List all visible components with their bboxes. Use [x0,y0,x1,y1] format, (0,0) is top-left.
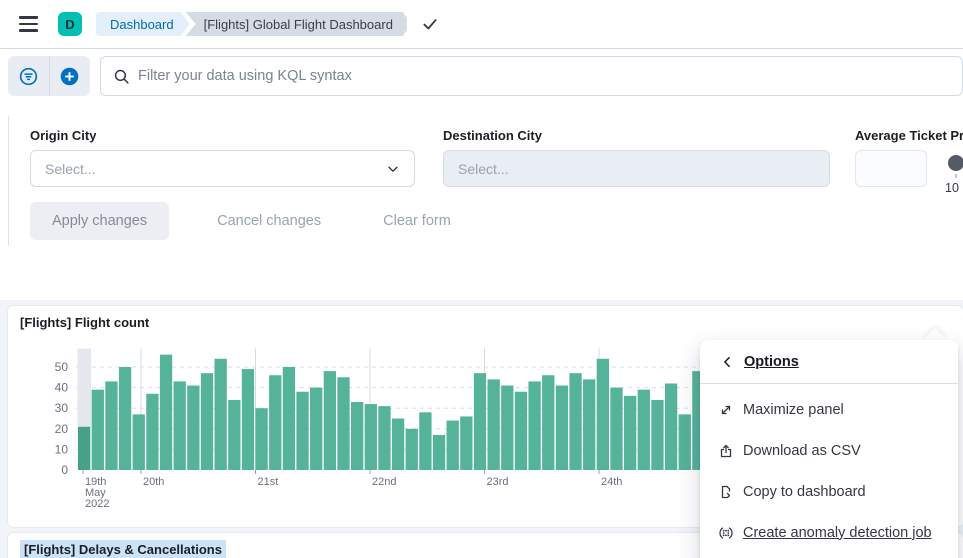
svg-text:40: 40 [55,381,69,395]
svg-text:20th: 20th [143,476,164,488]
origin-city-label: Origin City [30,128,96,143]
cancel-changes-button[interactable]: Cancel changes [203,213,335,229]
chevron-left-icon [720,355,734,369]
svg-text:22nd: 22nd [372,476,396,488]
clear-form-button[interactable]: Clear form [369,213,465,229]
price-slider-tick [955,174,957,178]
kql-search-box [100,56,963,96]
filter-button-group [8,56,90,96]
chevron-down-icon [386,162,400,176]
menu-item-download-as-csv[interactable]: Download as CSV [700,430,958,471]
dashboard-controls-panel: Origin City Select... Destination City S… [0,106,963,300]
destination-city-label: Destination City [443,128,542,143]
saved-filters-icon[interactable] [8,56,49,96]
breadcrumb-dashboard[interactable]: Dashboard [96,12,190,36]
copy-icon [718,484,734,500]
top-navigation-bar: D Dashboard [Flights] Global Flight Dash… [0,0,963,49]
panel-options-menu: Options Maximize panel Download as CSV C… [700,340,958,558]
destination-city-select[interactable]: Select... [443,150,830,187]
add-filter-icon[interactable] [49,56,91,96]
menu-item-create-anomaly-detection-job[interactable]: Create anomaly detection job [700,512,958,553]
breadcrumb: Dashboard [Flights] Global Flight Dashbo… [96,12,407,36]
delays-panel-title[interactable]: [Flights] Delays & Cancellations [16,540,230,558]
query-bar-row [0,50,963,106]
svg-text:24th: 24th [601,476,622,488]
svg-text:21st: 21st [258,476,279,488]
price-slider-min-label: 10 [945,181,959,195]
kql-search-input[interactable] [138,68,950,84]
options-back-button[interactable]: Options [700,340,958,384]
svg-text:10: 10 [55,442,69,456]
breadcrumb-current-dashboard: [Flights] Global Flight Dashboard [186,12,407,36]
space-avatar[interactable]: D [58,12,82,36]
maximize-icon [718,402,734,418]
svg-text:20: 20 [55,422,69,436]
origin-city-select[interactable]: Select... [30,150,415,187]
machine-learning-icon [718,525,734,541]
controls-panel-border [8,116,9,246]
average-ticket-price-input[interactable] [855,150,927,187]
search-icon [113,68,130,85]
flight-count-panel-title[interactable]: [Flights] Flight count [16,313,153,332]
svg-text:30: 30 [55,401,69,415]
svg-text:0: 0 [61,463,68,477]
menu-hamburger-icon[interactable] [8,4,48,44]
options-menu-title: Options [744,354,799,370]
price-slider-thumb[interactable] [948,155,963,171]
menu-item-maximize-panel[interactable]: Maximize panel [700,389,958,430]
svg-text:23rd: 23rd [487,476,509,488]
svg-text:50: 50 [55,360,69,374]
apply-changes-button[interactable]: Apply changes [30,202,169,240]
download-icon [718,443,734,459]
destination-city-placeholder: Select... [458,161,509,177]
average-ticket-price-label: Average Ticket Price [855,128,963,143]
origin-city-placeholder: Select... [45,161,96,177]
check-icon [421,15,439,33]
svg-text:2022: 2022 [85,498,109,510]
menu-item-copy-to-dashboard[interactable]: Copy to dashboard [700,471,958,512]
